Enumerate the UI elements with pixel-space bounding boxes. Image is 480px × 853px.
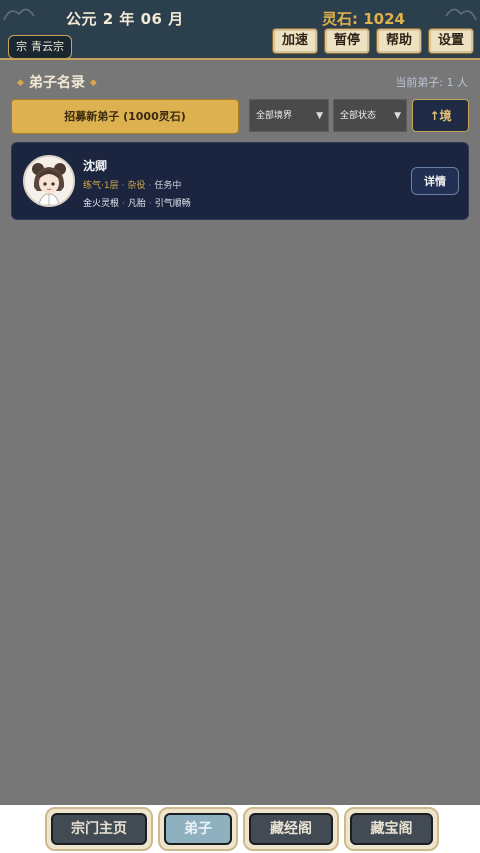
sect-name: 青云宗 [31, 40, 64, 53]
help-button[interactable]: 帮助 [376, 28, 422, 54]
portrait-icon [25, 157, 73, 205]
diamond-icon: ◆ [89, 78, 97, 88]
detail-button[interactable]: 详情 [411, 167, 459, 195]
speed-button[interactable]: 加速 [272, 28, 318, 54]
section-title-text: 弟子名录 [28, 75, 85, 91]
cloud-ornament-icon [445, 8, 477, 21]
sort-by-realm-button[interactable]: ↑境 [412, 99, 469, 132]
disciple-trait: 引气顺畅 [154, 199, 191, 209]
realm-filter-select[interactable]: 全部境界 ▼ [249, 99, 329, 132]
disciple-avatar [23, 155, 75, 207]
disciple-status: 任务中 [154, 181, 182, 191]
recruit-button[interactable]: 招募新弟子 (1000灵石) [11, 99, 239, 134]
diamond-icon: ◆ [17, 78, 24, 88]
settings-button[interactable]: 设置 [428, 28, 474, 54]
disciple-count: 当前弟子: 1 人 [395, 76, 468, 89]
disciple-card[interactable]: 沈卿 练气·1层 · 杂役 · 任务中 金火灵根 · 凡胎 · 引气顺畅 详情 [11, 142, 469, 220]
disciple-realm: 练气·1层 [83, 181, 119, 191]
status-filter-value: 全部状态 [340, 111, 377, 121]
disciple-name: 沈卿 [83, 159, 108, 173]
disciple-traits-line: 金火灵根 · 凡胎 · 引气顺畅 [83, 199, 191, 209]
tab-disciples-label: 弟子 [164, 813, 232, 845]
disciple-role: 杂役 [127, 181, 146, 191]
tab-treasure-pavilion[interactable]: 藏宝阁 [344, 807, 439, 851]
disciple-physique: 凡胎 [127, 199, 146, 209]
cloud-ornament-icon [3, 8, 35, 21]
tab-scripture-pavilion-label: 藏经阁 [249, 813, 333, 845]
tab-sect-home-label: 宗门主页 [51, 813, 147, 845]
sect-badge-icon: 宗 [16, 40, 27, 53]
chevron-down-icon: ▼ [316, 111, 323, 121]
game-date: 公元 2 年 06 月 [66, 10, 184, 28]
realm-filter-value: 全部境界 [256, 111, 293, 121]
status-filter-select[interactable]: 全部状态 ▼ [333, 99, 407, 132]
chevron-down-icon: ▼ [394, 111, 401, 121]
disciple-realm-line: 练气·1层 · 杂役 · 任务中 [83, 181, 182, 191]
spirit-stone-counter: 灵石: 1024 [322, 10, 405, 28]
section-title: ◆ 弟子名录 ◆ [12, 72, 102, 92]
disciple-root: 金火灵根 [83, 199, 120, 209]
pause-button[interactable]: 暂停 [324, 28, 370, 54]
tab-scripture-pavilion[interactable]: 藏经阁 [243, 807, 339, 851]
tab-sect-home[interactable]: 宗门主页 [45, 807, 153, 851]
sect-badge[interactable]: 宗青云宗 [8, 35, 72, 59]
tab-disciples[interactable]: 弟子 [158, 807, 238, 851]
tab-treasure-pavilion-label: 藏宝阁 [350, 813, 433, 845]
